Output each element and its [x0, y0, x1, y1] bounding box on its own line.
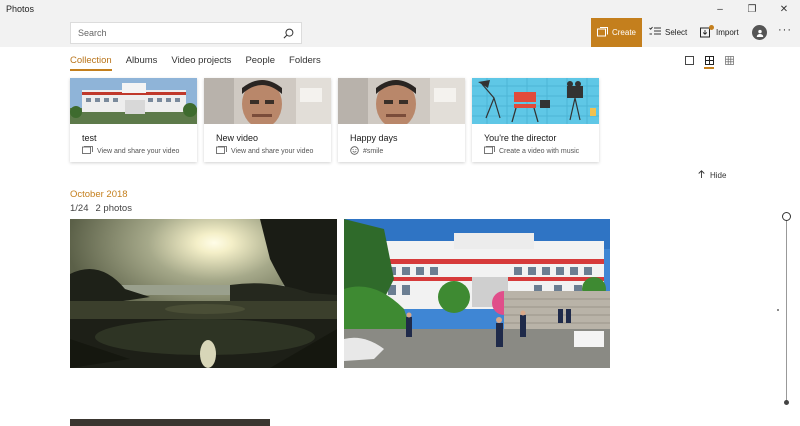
search-box — [70, 22, 302, 44]
card-title: test — [82, 133, 97, 143]
select-icon — [649, 26, 661, 38]
import-label: Import — [716, 27, 739, 37]
arrow-up-icon — [698, 170, 705, 180]
create-video-card[interactable]: You're the director Create a video with … — [472, 78, 599, 162]
card-subtitle-row: View and share your video — [216, 146, 331, 156]
card-title: New video — [216, 133, 259, 143]
grid-small-icon[interactable] — [724, 55, 734, 65]
card-subtitle-row: Create a video with music — [484, 146, 599, 156]
create-button[interactable]: Create — [591, 18, 642, 47]
person-icon — [756, 24, 764, 42]
photo-count: 2 photos — [95, 203, 132, 214]
search-input[interactable] — [71, 28, 279, 38]
card-thumbnail — [472, 78, 599, 124]
card-thumbnail — [204, 78, 331, 124]
collection-tabs: Collection Albums Video projects People … — [70, 55, 321, 71]
month-heading[interactable]: October 2018 — [70, 189, 128, 200]
tab-video-projects[interactable]: Video projects — [171, 55, 231, 71]
import-icon — [700, 25, 714, 38]
photo-thumbnail[interactable] — [70, 419, 270, 426]
card-subtitle-row: #smile — [350, 146, 465, 157]
timeline-end-marker[interactable] — [784, 400, 789, 405]
tab-folders[interactable]: Folders — [289, 55, 321, 71]
smile-icon — [350, 146, 359, 157]
create-icon — [596, 26, 608, 39]
close-button[interactable]: ✕ — [768, 0, 800, 18]
hide-button[interactable]: Hide — [698, 170, 726, 180]
video-project-icon — [216, 146, 227, 156]
date-label: 1/24 — [70, 203, 89, 214]
select-button[interactable]: Select — [649, 22, 687, 42]
tab-albums[interactable]: Albums — [126, 55, 158, 71]
create-label: Create — [611, 28, 636, 37]
account-button[interactable] — [752, 25, 767, 40]
card-subtitle-row: View and share your video — [82, 146, 197, 156]
card-subtitle: #smile — [363, 148, 384, 155]
card-thumbnail — [70, 78, 197, 124]
date-count-row: 1/24 2 photos — [70, 203, 132, 214]
video-project-icon — [82, 146, 93, 156]
timeline-scrubber-track[interactable] — [786, 220, 787, 402]
video-card[interactable]: test View and share your video — [70, 78, 197, 162]
video-project-icon — [484, 146, 495, 156]
card-subtitle: Create a video with music — [499, 147, 580, 155]
card-subtitle: View and share your video — [97, 147, 180, 155]
tab-people[interactable]: People — [245, 55, 275, 71]
card-title: You're the director — [484, 133, 557, 143]
window-controls: – ❐ ✕ — [704, 0, 800, 18]
import-button[interactable]: Import — [700, 22, 739, 42]
view-toggles — [684, 55, 734, 69]
album-card[interactable]: Happy days #smile — [338, 78, 465, 162]
tab-collection[interactable]: Collection — [70, 55, 112, 71]
single-view-icon[interactable] — [684, 55, 694, 65]
card-thumbnail — [338, 78, 465, 124]
timeline-scrubber-handle[interactable] — [782, 212, 791, 221]
select-label: Select — [665, 27, 688, 37]
hide-label: Hide — [710, 170, 727, 180]
photos-app: Photos – ❐ ✕ Create Select — [0, 0, 800, 426]
card-subtitle: View and share your video — [231, 147, 314, 155]
minimize-button[interactable]: – — [704, 0, 736, 18]
card-title: Happy days — [350, 133, 398, 143]
video-card[interactable]: New video View and share your video — [204, 78, 331, 162]
timeline-marker — [777, 309, 779, 311]
maximize-button[interactable]: ❐ — [736, 0, 768, 18]
app-header: Photos – ❐ ✕ Create Select — [0, 0, 800, 47]
more-button[interactable]: ··· — [778, 24, 792, 36]
photo-thumbnail[interactable] — [344, 219, 610, 368]
photo-thumbnail[interactable] — [70, 219, 337, 368]
app-title: Photos — [6, 4, 35, 14]
video-project-cards: test View and share your video New video… — [70, 78, 599, 162]
grid-medium-icon[interactable] — [704, 55, 714, 69]
search-icon[interactable] — [279, 24, 297, 42]
